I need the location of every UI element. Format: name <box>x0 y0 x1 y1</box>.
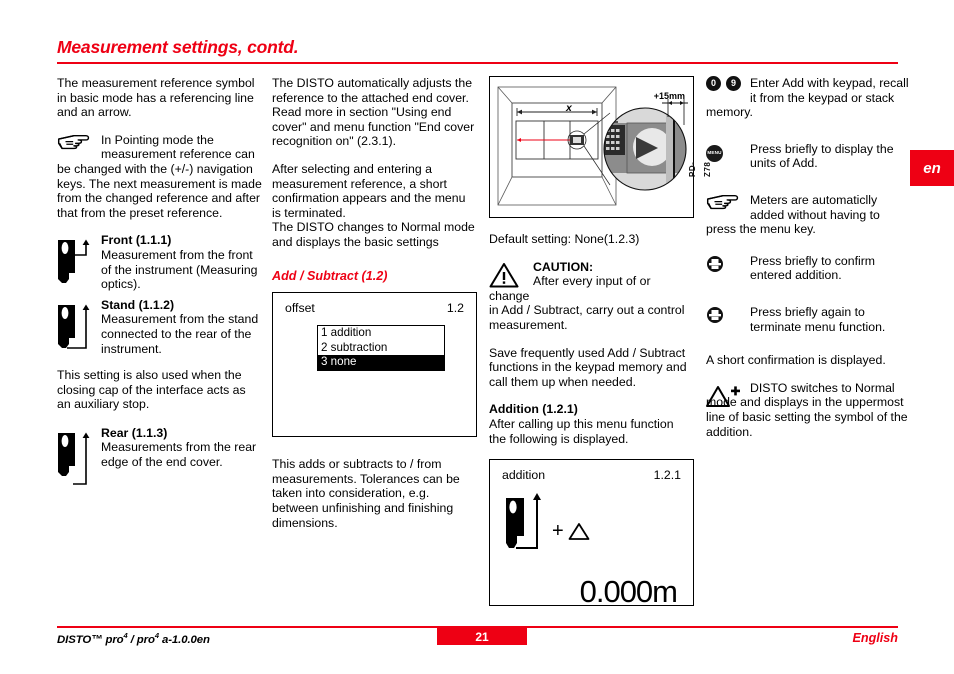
pointing-hand-icon <box>706 194 740 215</box>
offset-option-subtraction[interactable]: 2 subtraction <box>318 341 444 356</box>
header-divider <box>57 62 898 64</box>
menu-key-line1: Press briefly to display the <box>750 141 894 156</box>
reference-stand-desc: Measurement from the stand connected to … <box>101 312 259 356</box>
column-2: The DISTO automatically adjusts the refe… <box>272 76 477 543</box>
offset-option-addition[interactable]: 1 addition <box>318 326 444 341</box>
terminate-menu-text: Press briefly again to terminate menu fu… <box>706 305 909 334</box>
reference-front-desc: Measurement from the front of the instru… <box>101 247 258 292</box>
pointing-hint-rest: be changed with the (+/-) navigation key… <box>57 161 262 220</box>
col3-para1: Save frequently used Add / Subtract func… <box>489 345 687 389</box>
caution-rest: in Add / Subtract, carry out a control m… <box>489 303 685 332</box>
col2-para4: This adds or subtracts to / from measure… <box>272 457 460 530</box>
lcd-addition-symbol-group: + <box>552 522 590 541</box>
lcd-addition-screen: addition 1.2.1 + 0.000m <box>489 459 694 609</box>
col1-intro: The measurement reference symbol in basi… <box>57 76 255 120</box>
caution-block: CAUTION: After every input of or change … <box>489 260 694 333</box>
diagram-dimension-label: x <box>566 102 572 114</box>
section-heading-add-subtract: Add / Subtract (1.2) <box>272 268 388 283</box>
terminate-menu-line1: Press briefly again to <box>750 304 865 319</box>
col2-para3: The DISTO changes to Normal mode and dis… <box>272 220 475 249</box>
confirm-key-icon[interactable] <box>706 306 724 328</box>
col2-para2: After selecting and entering a measureme… <box>272 161 466 220</box>
confirm-addition-line1: Press briefly to confirm <box>750 253 876 268</box>
column-1: The measurement reference symbol in basi… <box>57 76 262 485</box>
keypad-digit-keys-icon[interactable]: 0 9 <box>706 76 741 91</box>
diagram-offset-label: +15mm <box>653 91 685 101</box>
col4-confirmation-note: A short confirmation is displayed. <box>706 353 886 368</box>
delta-plus-icon <box>706 383 742 413</box>
col3-default-setting: Default setting: None(1.2.3) <box>489 232 640 246</box>
confirm-addition-text: Press briefly to confirm entered additio… <box>706 254 909 283</box>
col3-para2: After calling up this menu function the … <box>489 416 674 446</box>
reference-front: Front (1.1.1) Measurement from the front… <box>57 233 262 291</box>
reference-front-title: Front (1.1.1) <box>101 233 172 248</box>
lcd-addition-header: addition 1.2.1 <box>502 468 681 483</box>
auto-meters-rest: press the menu key. <box>706 222 816 237</box>
keypad-entry-rest: it from the keypad or stack memory. <box>706 90 895 120</box>
heading-addition: Addition (1.2.1) <box>489 402 578 417</box>
device-stand-reference-icon <box>57 304 103 364</box>
room-measurement-diagram: x +15mm PD-Z78 <box>489 76 712 218</box>
lcd-addition-code: 1.2.1 <box>653 468 681 483</box>
menu-key-rest: units of Add. <box>750 156 818 171</box>
key-9-icon[interactable]: 9 <box>726 76 741 91</box>
delta-triangle-icon <box>568 523 590 541</box>
offset-option-list[interactable]: 1 addition 2 subtraction 3 none <box>317 325 445 371</box>
lcd-offset-code: 1.2 <box>446 301 464 316</box>
page-title: Measurement settings, contd. <box>57 37 299 57</box>
confirm-addition-item: Press briefly to confirm entered additio… <box>706 254 909 283</box>
col2-para1: The DISTO automatically adjusts the refe… <box>272 76 475 149</box>
auto-meters-item: Meters are automaticlly added without ha… <box>706 193 909 237</box>
menu-key-label[interactable]: MENU <box>706 144 723 162</box>
page-number: 21 <box>475 629 489 644</box>
lcd-addition-value: 0.000m <box>579 573 678 609</box>
keypad-entry-item: 0 9 Enter Add with keypad, recall it fro… <box>706 76 909 120</box>
footer-product: DISTO™ pro4 / pro4 a-1.0.0en <box>57 631 210 646</box>
confirm-addition-rest: entered addition. <box>750 268 842 283</box>
footer-product-end: a-1.0.0en <box>158 633 210 646</box>
offset-option-none[interactable]: 3 none <box>318 355 444 370</box>
language-tab: en <box>910 150 954 186</box>
reference-rear-desc: Measurements from the rear edge of the e… <box>101 440 257 470</box>
lcd-offset-title: offset <box>285 301 315 316</box>
device-front-reference-icon <box>57 239 103 299</box>
lcd-offset-header: offset 1.2 <box>285 301 464 316</box>
footer-product-main: DISTO™ pro <box>57 633 124 646</box>
reference-stand: Stand (1.1.2) Measurement from the stand… <box>57 298 262 356</box>
terminate-menu-item: Press briefly again to terminate menu fu… <box>706 305 909 334</box>
menu-key-text: Press briefly to display the units of Ad… <box>706 142 909 171</box>
language-tab-label: en <box>923 159 941 177</box>
pointing-mode-hint: In Pointing mode the measurement referen… <box>57 133 262 221</box>
caution-text: CAUTION: After every input of or change … <box>489 260 694 333</box>
key-0-icon[interactable]: 0 <box>706 76 721 91</box>
footer-product-mid: / pro <box>127 633 155 646</box>
lcd-addition-device-icon <box>504 490 554 558</box>
pointing-hand-icon <box>57 134 91 155</box>
menu-key-icon[interactable]: MENU <box>706 143 723 162</box>
manual-page: Measurement settings, contd. en The meas… <box>0 0 954 674</box>
lcd-offset-screen: offset 1.2 1 addition 2 subtraction 3 no… <box>272 292 477 438</box>
lcd-addition-plus: + <box>552 520 564 543</box>
menu-key-item: MENU Press briefly to display the units … <box>706 142 909 171</box>
lcd-addition-title: addition <box>502 468 546 483</box>
warning-triangle-icon <box>489 262 519 288</box>
confirm-key-icon[interactable] <box>706 255 724 277</box>
normal-mode-item: DISTO switches to Normal mode and displa… <box>706 381 909 439</box>
page-number-badge: 21 <box>437 628 527 645</box>
device-rear-reference-icon <box>57 432 103 496</box>
terminate-menu-rest: terminate menu function. <box>750 319 886 334</box>
caution-line1: After every input of or change <box>489 274 651 303</box>
caution-title: CAUTION: <box>533 259 594 274</box>
footer-language: English <box>852 631 898 645</box>
reference-rear-title: Rear (1.1.3) <box>101 425 168 440</box>
reference-rear: Rear (1.1.3) Measurements from the rear … <box>57 425 262 485</box>
col1-note-between: This setting is also used when the closi… <box>57 368 246 412</box>
column-3: x +15mm PD-Z78 Default setting: None(1.2… <box>489 76 712 609</box>
reference-stand-title: Stand (1.1.2) <box>101 297 175 312</box>
column-4: 0 9 Enter Add with keypad, recall it fro… <box>706 76 909 452</box>
